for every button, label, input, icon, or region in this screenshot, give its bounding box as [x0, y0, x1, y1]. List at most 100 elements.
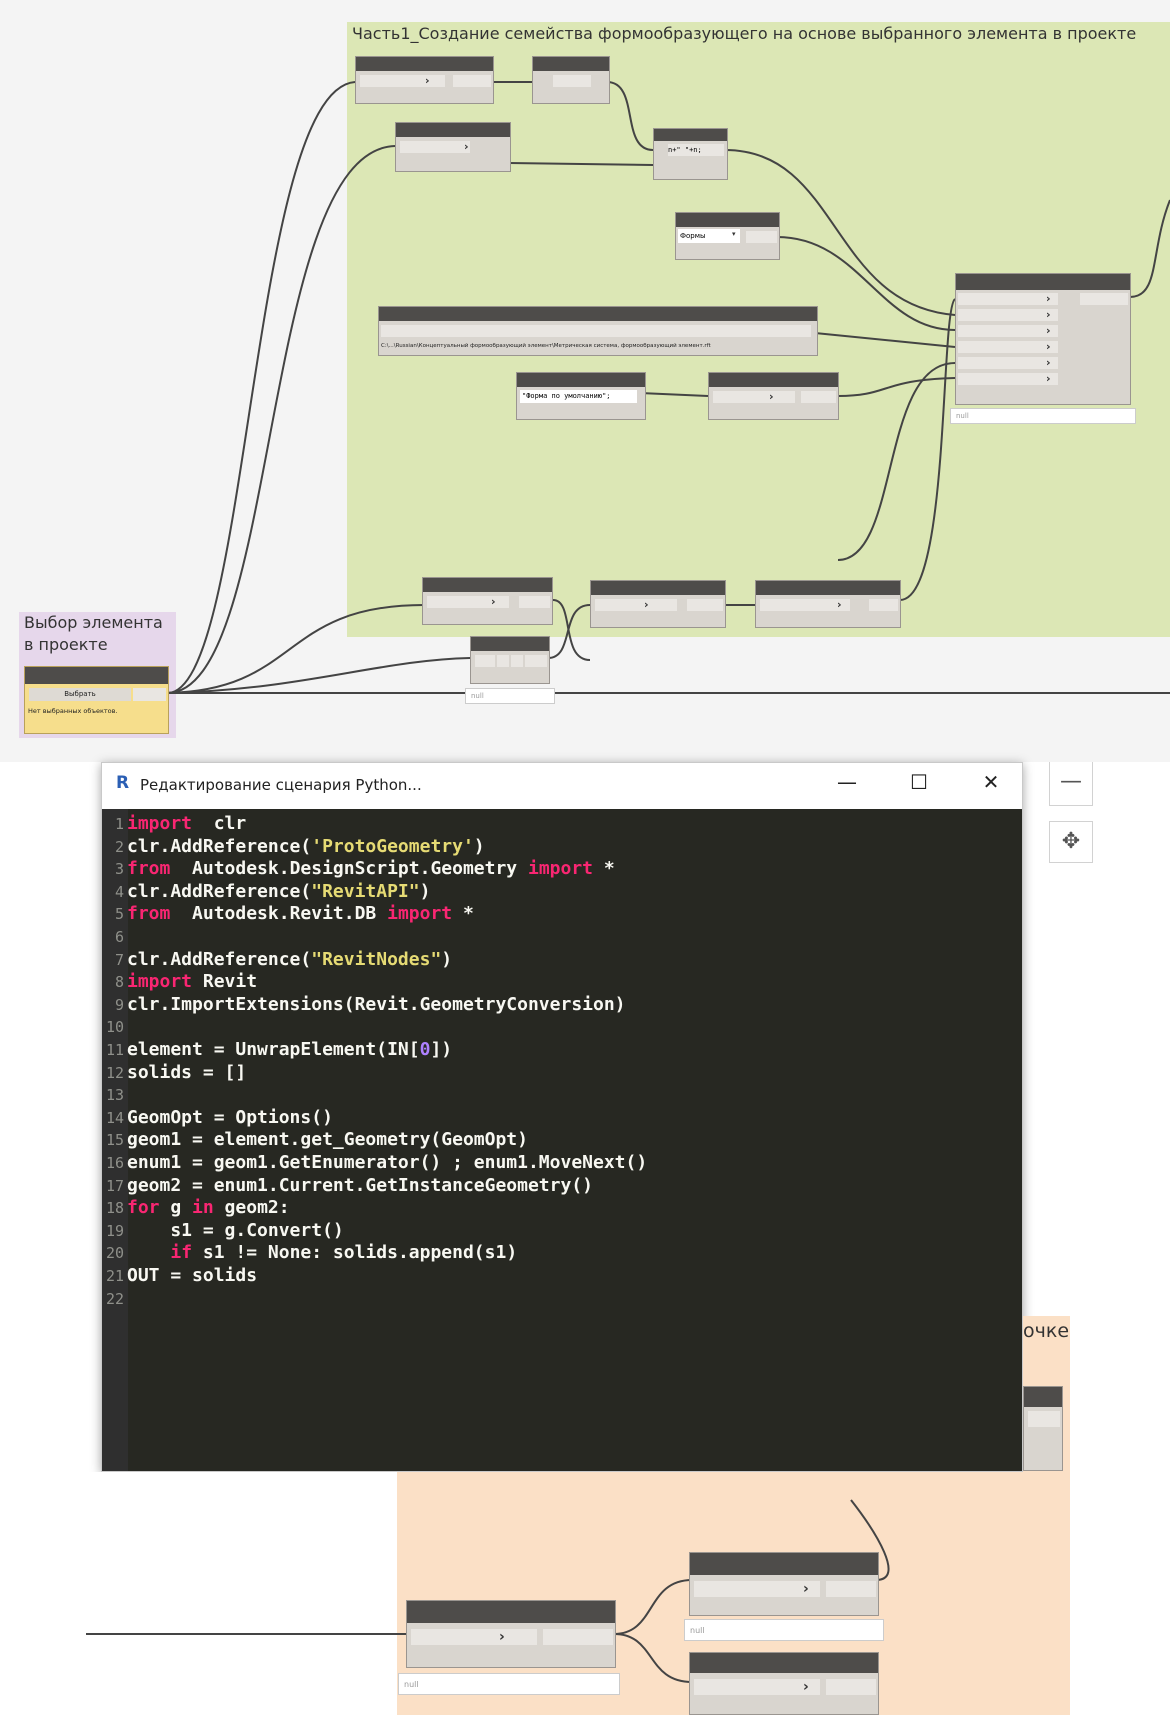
node-string[interactable]: "Форма по умолчанию"; [516, 372, 646, 420]
code-token: * [593, 858, 615, 880]
chevron-right-icon: › [1046, 372, 1051, 385]
code-line[interactable]: 13 [102, 1082, 127, 1107]
node-dropdown[interactable]: Формы ▾ [675, 212, 780, 260]
graph-canvas[interactable]: Часть1_Создание семейства формообразующе… [0, 0, 1170, 762]
code-token: geom1 = element.get_Geometry(GeomOpt) [127, 1129, 528, 1151]
code-token: Autodesk.Revit.DB [170, 903, 388, 925]
code-line[interactable]: 8 import Revit [102, 969, 257, 994]
node-l[interactable]: › [689, 1652, 879, 1715]
code-line[interactable]: 5 from Autodesk.Revit.DB import * [102, 901, 474, 926]
code-line[interactable]: 15 geom1 = element.get_Geometry(GeomOpt) [102, 1127, 528, 1152]
node-k-preview: null [684, 1619, 884, 1641]
string-value[interactable]: "Форма по умолчанию"; [520, 390, 637, 403]
pan-button[interactable]: ✥ [1049, 821, 1093, 863]
node-e[interactable]: › [708, 372, 839, 420]
node-h[interactable]: › [755, 580, 901, 628]
code-line[interactable]: 1 import clr [102, 811, 246, 836]
select-status: Нет выбранных объектов. [28, 707, 118, 715]
code-token: import [127, 813, 193, 834]
close-button[interactable]: ✕ [971, 767, 1011, 797]
line-number: 22 [105, 1289, 124, 1308]
code-token: import [387, 903, 453, 925]
node-create-family[interactable]: › › › › › › [955, 273, 1131, 405]
select-button[interactable]: Выбрать [29, 688, 131, 701]
code-line[interactable]: 11 element = UnwrapElement(IN[0]) [102, 1037, 452, 1062]
node-f[interactable]: › [422, 577, 553, 625]
code-line[interactable]: 16 enum1 = geom1.GetEnumerator() ; enum1.… [102, 1150, 647, 1175]
chevron-right-icon: › [1046, 340, 1051, 353]
code-token: * [452, 903, 474, 925]
code-token: "RevitNodes" [311, 948, 442, 970]
code-token: solids = [] [127, 1061, 247, 1083]
code-token: clr.ImportExtensions(Revit.GeometryConve… [127, 993, 626, 1015]
node-g[interactable]: › [590, 580, 726, 628]
node-j[interactable]: › [406, 1600, 616, 1668]
revit-logo-icon: R [116, 773, 130, 793]
code-token: enum1 = geom1.GetEnumerator() ; enum1.Mo… [127, 1152, 648, 1173]
code-line[interactable]: 3 from Autodesk.DesignScript.Geometry imp… [102, 856, 615, 881]
code-token: geom2 = enum1.Current.GetInstanceGeometr… [127, 1174, 593, 1196]
dropdown-arrow-icon: ▾ [732, 230, 736, 238]
code-line[interactable]: 14 GeomOpt = Options() [102, 1105, 333, 1130]
zoom-out-button[interactable]: — [1049, 762, 1093, 806]
code-line[interactable]: 21 OUT = solids [102, 1263, 257, 1288]
code-line[interactable]: 4 clr.AddReference("RevitAPI") [102, 879, 430, 904]
dropdown-value[interactable]: Формы [678, 229, 740, 243]
code-line[interactable]: 6 [102, 924, 127, 949]
code-token: in [192, 1197, 214, 1219]
maximize-button[interactable]: ☐ [899, 767, 939, 797]
code-token: 0 [419, 1039, 431, 1060]
chevron-right-icon: › [1046, 308, 1051, 321]
code-line[interactable]: 17 geom2 = enum1.Current.GetInstanceGeome… [102, 1173, 593, 1198]
node-create-family-preview: null [950, 408, 1136, 424]
node-i-preview: null [465, 688, 555, 704]
node-i[interactable] [470, 636, 550, 684]
group-point-title: очке [1023, 1320, 1070, 1342]
minimize-button[interactable]: — [827, 767, 867, 797]
code-line[interactable]: 2 clr.AddReference('ProtoGeometry') [102, 834, 485, 859]
graph-canvas-bottom[interactable]: › null › null › [86, 1472, 1170, 1715]
code-line[interactable]: 10 [102, 1014, 127, 1039]
code-token: from [127, 858, 171, 880]
code-token: 'ProtoGeometry' [311, 835, 474, 857]
code-token: ) [419, 880, 431, 902]
node-a[interactable]: › [355, 56, 494, 104]
code-token: ]) [430, 1039, 453, 1060]
code-line[interactable]: 7 clr.AddReference("RevitNodes") [102, 947, 452, 972]
code-block-text[interactable]: n+" "+n; [668, 144, 724, 156]
code-token: GeomOpt = Options() [127, 1106, 333, 1128]
code-token: ) [441, 948, 453, 970]
code-token: geom2: [213, 1197, 290, 1219]
code-line[interactable]: 18 for g in geom2: [102, 1195, 290, 1220]
node-file-path[interactable]: C:\...\Russian\Концептуальный формообраз… [378, 306, 818, 356]
code-token: s1 != None: solids.append(s1) [192, 1242, 518, 1264]
chevron-right-icon: › [837, 598, 842, 611]
node-right-edge[interactable] [1023, 1386, 1063, 1471]
code-line[interactable]: 19 s1 = g.Convert() [102, 1218, 344, 1243]
node-select-element[interactable]: Выбрать Нет выбранных объектов. [24, 666, 169, 734]
chevron-right-icon: › [425, 74, 430, 87]
code-line[interactable]: 12 solids = [] [102, 1060, 246, 1085]
code-token: OUT = solids [127, 1265, 258, 1286]
chevron-right-icon: › [499, 1629, 505, 1645]
code-token: "RevitAPI" [311, 880, 420, 902]
code-line[interactable]: 9 clr.ImportExtensions(Revit.GeometryConv… [102, 992, 626, 1017]
node-code-block[interactable]: n+" "+n; [653, 128, 728, 180]
chevron-right-icon: › [1046, 292, 1051, 305]
node-c[interactable]: › [395, 122, 511, 172]
wires-bottom [86, 1499, 890, 1683]
code-token: Revit [192, 971, 258, 993]
python-editor-window[interactable]: R Редактирование сценария Python... — ☐ … [101, 762, 1023, 1472]
group-point[interactable]: очке [1023, 1316, 1070, 1472]
code-line[interactable]: 22 [102, 1286, 127, 1311]
chevron-right-icon: › [769, 390, 774, 403]
code-editor[interactable]: 1 import clr 2 clr.AddReference('ProtoGeome… [102, 809, 1022, 1471]
code-line[interactable]: 20 if s1 != None: solids.append(s1) [102, 1240, 517, 1265]
node-b[interactable] [532, 56, 610, 104]
code-token: g [159, 1197, 193, 1219]
code-token: element = UnwrapElement(IN[ [127, 1039, 420, 1060]
code-token: clr.AddReference( [127, 948, 312, 970]
node-k[interactable]: › [689, 1552, 879, 1616]
code-token: import [127, 971, 193, 993]
code-token: s1 = g.Convert() [127, 1219, 344, 1241]
